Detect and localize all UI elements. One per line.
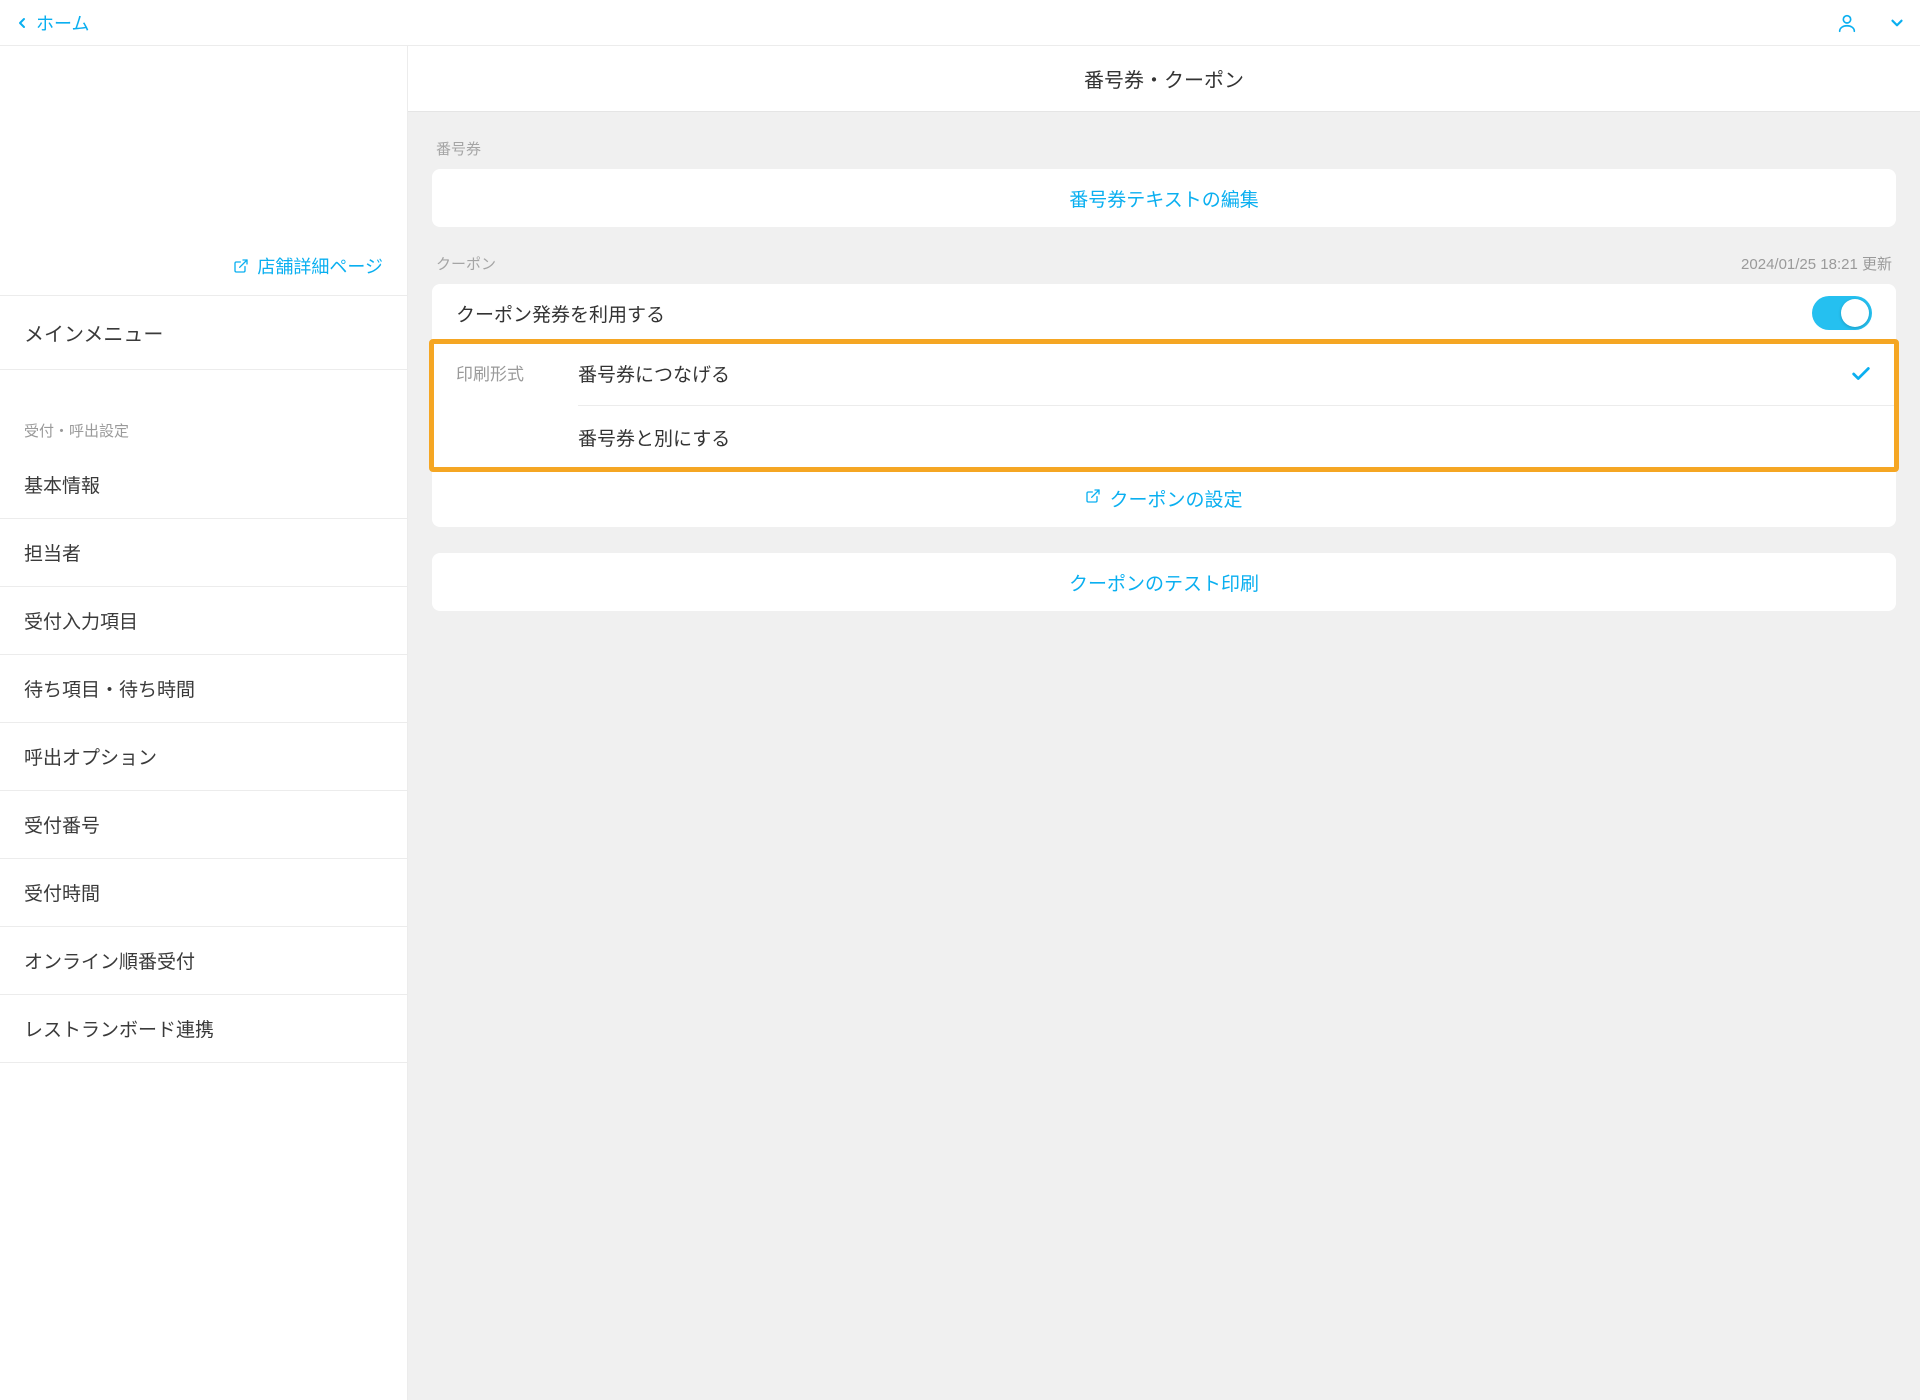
sidebar-item-call-options[interactable]: 呼出オプション <box>0 723 407 791</box>
coupon-test-print-button[interactable]: クーポンのテスト印刷 <box>432 553 1896 611</box>
print-format-highlight: 印刷形式 番号券につなげる 番号券と別にする <box>432 342 1896 469</box>
coupon-test-print-card: クーポンのテスト印刷 <box>432 553 1896 611</box>
user-icon <box>1836 12 1858 34</box>
store-detail-label: 店舗詳細ページ <box>257 253 383 279</box>
sidebar-item-online-queue[interactable]: オンライン順番受付 <box>0 927 407 995</box>
sidebar: 店舗詳細ページ メインメニュー 受付・呼出設定 基本情報 担当者 受付入力項目 … <box>0 46 408 1400</box>
sidebar-item-restaurant-board[interactable]: レストランボード連携 <box>0 995 407 1063</box>
store-block: 店舗詳細ページ <box>0 46 407 296</box>
sidebar-item-basic-info[interactable]: 基本情報 <box>0 451 407 519</box>
top-navbar: ホーム <box>0 0 1920 46</box>
coupon-toggle-label: クーポン発券を利用する <box>456 300 665 327</box>
print-format-card: 印刷形式 番号券につなげる 番号券と別にする <box>432 342 1896 469</box>
coupon-settings-button[interactable]: クーポンの設定 <box>432 469 1896 527</box>
coupon-settings-card: クーポンの設定 <box>432 469 1896 527</box>
print-format-options: 番号券につなげる 番号券と別にする <box>578 342 1896 469</box>
main-menu-label: メインメニュー <box>24 324 163 346</box>
ticket-section-label: 番号券 <box>408 112 1920 169</box>
coupon-toggle[interactable] <box>1812 296 1872 330</box>
print-format-row: 印刷形式 番号券につなげる 番号券と別にする <box>432 342 1896 469</box>
coupon-updated-timestamp: 2024/01/25 18:21 更新 <box>1741 253 1892 274</box>
coupon-toggle-row: クーポン発券を利用する <box>432 284 1896 342</box>
sidebar-item-input-fields[interactable]: 受付入力項目 <box>0 587 407 655</box>
sidebar-item-staff[interactable]: 担当者 <box>0 519 407 587</box>
ticket-card: 番号券テキストの編集 <box>432 169 1896 227</box>
sidebar-item-reception-time[interactable]: 受付時間 <box>0 859 407 927</box>
sidebar-section-title: 受付・呼出設定 <box>0 370 407 451</box>
external-link-icon <box>1085 488 1101 510</box>
store-detail-link[interactable]: 店舗詳細ページ <box>233 253 383 279</box>
sidebar-item-reception-number[interactable]: 受付番号 <box>0 791 407 859</box>
user-menu[interactable] <box>1836 12 1906 34</box>
main-layout: 店舗詳細ページ メインメニュー 受付・呼出設定 基本情報 担当者 受付入力項目 … <box>0 46 1920 1400</box>
main-panel: 番号券・クーポン 番号券 番号券テキストの編集 クーポン 2024/01/25 … <box>408 46 1920 1400</box>
ticket-text-edit-button[interactable]: 番号券テキストの編集 <box>432 169 1896 227</box>
chevron-left-icon <box>14 15 30 31</box>
back-home-button[interactable]: ホーム <box>14 10 89 36</box>
back-home-label: ホーム <box>36 10 89 36</box>
page-title: 番号券・クーポン <box>408 46 1920 112</box>
external-link-icon <box>233 258 249 274</box>
print-format-label: 印刷形式 <box>432 342 578 469</box>
sidebar-item-wait-items[interactable]: 待ち項目・待ち時間 <box>0 655 407 723</box>
toggle-knob <box>1841 299 1869 327</box>
check-icon <box>1850 363 1872 385</box>
print-option-connect[interactable]: 番号券につなげる <box>578 342 1896 405</box>
coupon-section-label: クーポン 2024/01/25 18:21 更新 <box>408 227 1920 284</box>
coupon-toggle-card: クーポン発券を利用する <box>432 284 1896 342</box>
print-option-separate[interactable]: 番号券と別にする <box>578 405 1896 469</box>
chevron-down-icon <box>1888 14 1906 32</box>
main-menu-button[interactable]: メインメニュー <box>0 296 407 370</box>
